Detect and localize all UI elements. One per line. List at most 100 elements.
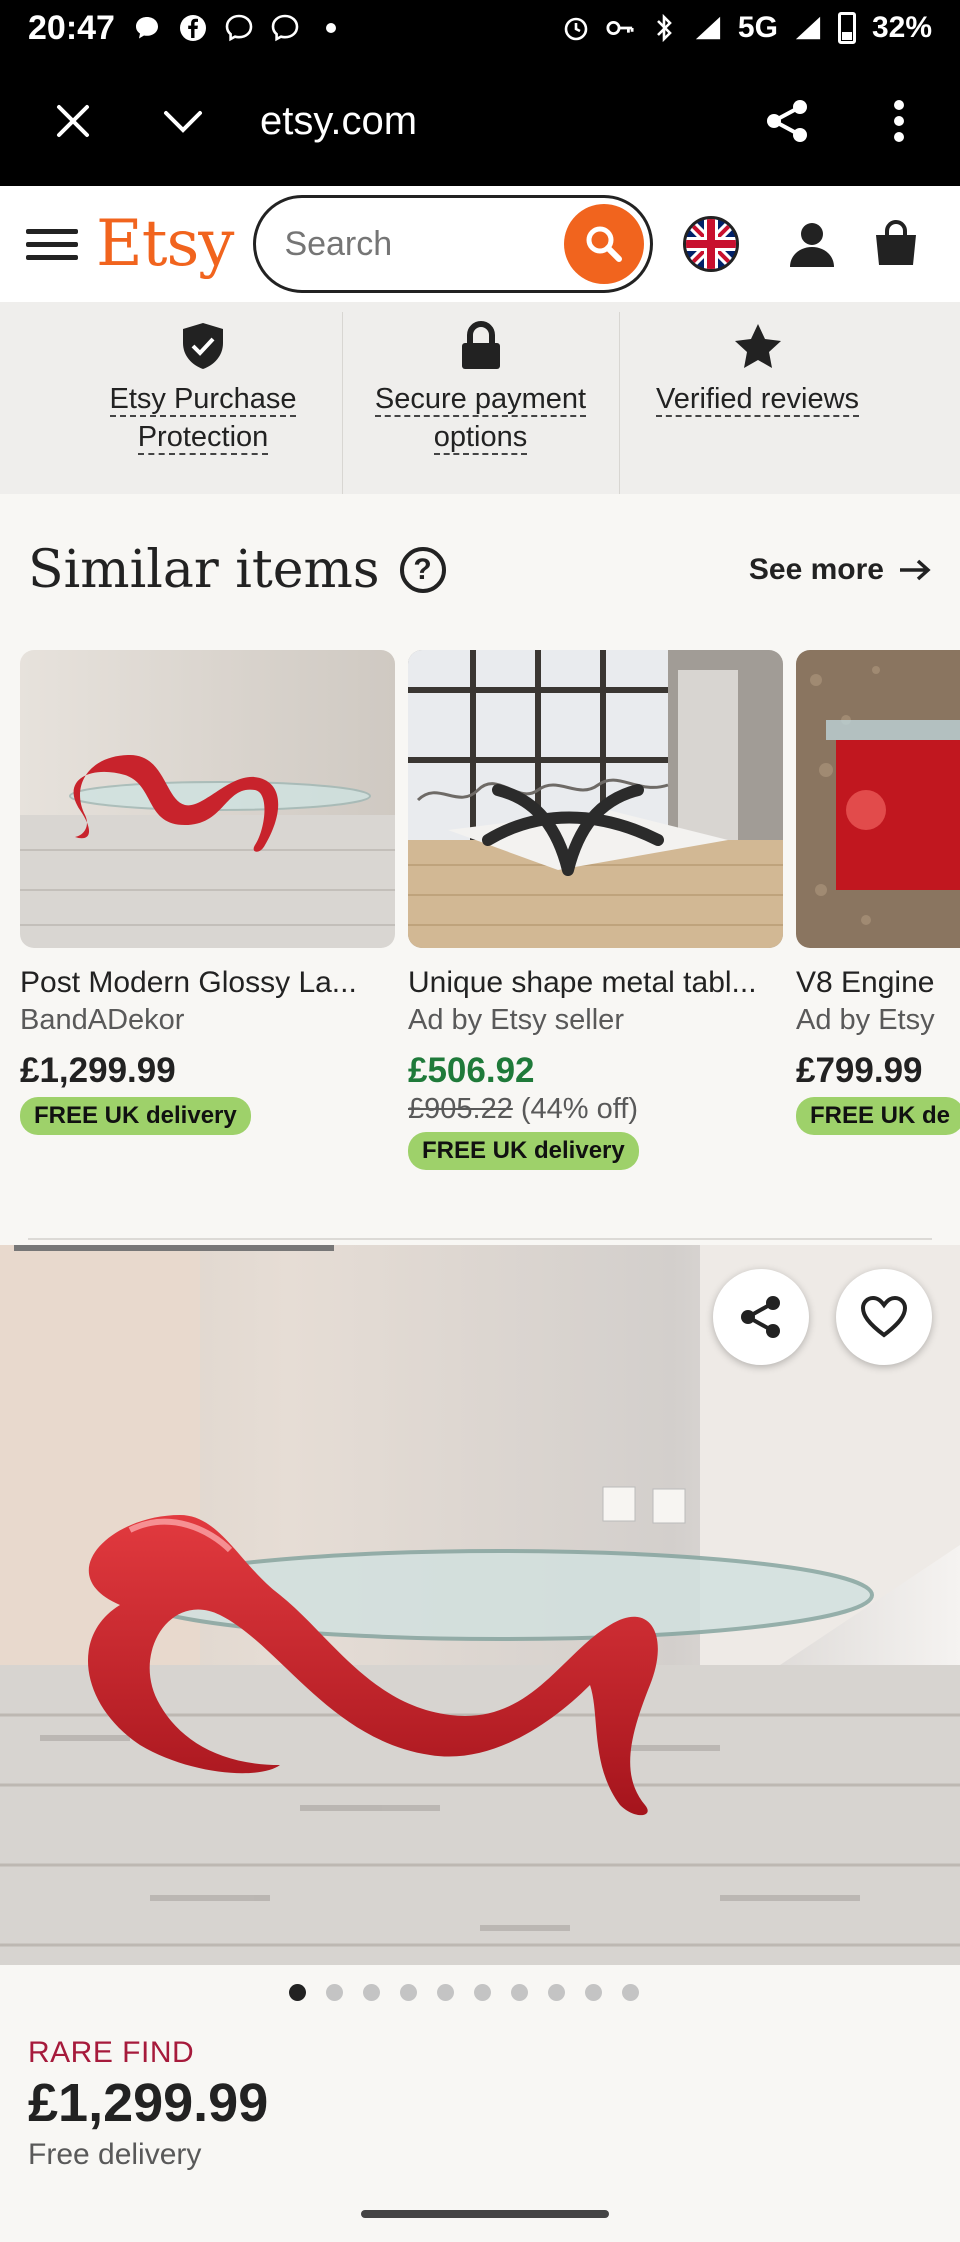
- more-vert-icon: [894, 100, 904, 142]
- favorite-button[interactable]: [836, 1269, 932, 1365]
- pagination-dot[interactable]: [363, 1984, 380, 2001]
- gallery-pagination: [0, 1984, 960, 2001]
- arrow-right-icon: [900, 559, 931, 581]
- product-image-gallery[interactable]: [0, 1245, 960, 1965]
- user-icon: [790, 223, 835, 267]
- search-icon: [586, 226, 623, 262]
- item-sale-price: £506.92: [408, 1051, 535, 1090]
- chat-icon: [133, 14, 161, 42]
- search-placeholder: Search: [284, 224, 393, 263]
- free-delivery-badge: FREE UK delivery: [408, 1132, 639, 1170]
- product-price: £1,299.99: [28, 2073, 269, 2133]
- share-icon: [741, 1296, 780, 1338]
- shield-check-icon: [179, 312, 227, 380]
- similar-item-card[interactable]: Post Modern Glossy La... BandADekor £1,2…: [20, 650, 395, 1135]
- pagination-dot[interactable]: [585, 1984, 602, 2001]
- trust-label-3a: Verified reviews: [655, 383, 860, 417]
- product-delivery: Free delivery: [28, 2138, 202, 2171]
- main-product-image[interactable]: [0, 1245, 960, 1965]
- product-image[interactable]: [796, 650, 960, 948]
- item-seller: Ad by Etsy: [796, 1004, 935, 1036]
- close-icon: [57, 105, 89, 137]
- item-discount: (44% off): [520, 1093, 639, 1125]
- see-more-label: See more: [748, 553, 884, 586]
- minimize-button[interactable]: [146, 84, 220, 158]
- account-button[interactable]: [785, 217, 839, 271]
- trust-strip: Etsy Purchase Protection Secure payment op…: [0, 302, 960, 494]
- battery-percent: 32%: [871, 11, 932, 44]
- item-title[interactable]: Post Modern Glossy La...: [20, 966, 395, 1000]
- etsy-logo[interactable]: Etsy: [96, 207, 234, 281]
- more-options-button[interactable]: [864, 86, 934, 156]
- close-tab-button[interactable]: [36, 84, 110, 158]
- search-input[interactable]: Search: [253, 195, 654, 293]
- item-original-price: £905.22: [408, 1093, 513, 1125]
- item-title[interactable]: V8 Engine: [796, 966, 960, 1000]
- similar-item-card[interactable]: V8 Engine Ad by Etsy £799.99 FREE UK de: [796, 650, 960, 1135]
- trust-item-purchase-protection[interactable]: Etsy Purchase Protection: [65, 312, 342, 494]
- facebook-icon: [179, 14, 207, 42]
- item-seller: BandADekor: [20, 1004, 185, 1036]
- gallery-scroll-indicator: [14, 1245, 334, 1251]
- rare-find-badge: RARE FIND: [28, 2036, 195, 2069]
- messenger-icon-2: [271, 14, 299, 42]
- item-price: £1,299.99: [20, 1051, 176, 1090]
- trust-label-1b: Protection: [137, 421, 269, 455]
- similar-items-header: Similar items ? See more: [28, 540, 932, 600]
- dot-icon: [317, 14, 345, 42]
- messenger-icon: [225, 14, 253, 42]
- menu-icon[interactable]: [26, 228, 78, 260]
- see-more-link[interactable]: See more: [749, 553, 932, 587]
- similar-item-card[interactable]: Unique shape metal tabl... Ad by Etsy se…: [408, 650, 783, 1170]
- cart-button[interactable]: [869, 217, 923, 271]
- signal-icon-2: [794, 14, 822, 42]
- trust-label-2b: options: [433, 421, 528, 455]
- star-icon: [733, 312, 783, 380]
- pagination-dot[interactable]: [548, 1984, 565, 2001]
- pagination-dot[interactable]: [437, 1984, 454, 2001]
- section-divider: [28, 1238, 932, 1240]
- share-icon: [767, 100, 807, 142]
- chevron-down-icon: [164, 111, 202, 133]
- heart-icon: [860, 1295, 908, 1338]
- home-indicator[interactable]: [361, 2210, 609, 2218]
- free-delivery-badge: FREE UK delivery: [20, 1097, 251, 1135]
- similar-items-title: Similar items: [28, 540, 380, 600]
- item-original-price-row: £905.22 (44% off): [408, 1093, 783, 1126]
- pagination-dot[interactable]: [511, 1984, 528, 2001]
- alarm-icon: [562, 14, 590, 42]
- pagination-dot[interactable]: [622, 1984, 639, 2001]
- product-image[interactable]: [20, 650, 395, 948]
- trust-item-verified-reviews[interactable]: Verified reviews: [618, 312, 896, 494]
- share-button[interactable]: [752, 86, 822, 156]
- product-image[interactable]: [408, 650, 783, 948]
- trust-label-2a: Secure payment: [374, 383, 587, 417]
- browser-toolbar: etsy.com: [0, 56, 960, 186]
- lock-icon: [459, 312, 503, 380]
- share-item-button[interactable]: [713, 1269, 809, 1365]
- pagination-dot[interactable]: [400, 1984, 417, 2001]
- uk-flag-icon[interactable]: [683, 216, 740, 272]
- network-label: 5G: [737, 11, 778, 44]
- site-header: Etsy Search: [0, 186, 960, 302]
- item-title[interactable]: Unique shape metal tabl...: [408, 966, 783, 1000]
- free-delivery-badge: FREE UK de: [796, 1097, 960, 1135]
- signal-icon: [694, 14, 722, 42]
- pagination-dot[interactable]: [289, 1984, 306, 2001]
- item-price: £799.99: [796, 1051, 923, 1090]
- trust-item-secure-payment[interactable]: Secure payment options: [341, 312, 619, 494]
- battery-icon: [837, 12, 856, 44]
- item-seller: Ad by Etsy seller: [408, 1004, 624, 1036]
- pagination-dot[interactable]: [474, 1984, 491, 2001]
- bluetooth-icon: [650, 14, 678, 42]
- status-bar: 20:47 5G 32%: [0, 0, 960, 56]
- key-icon: [606, 14, 634, 42]
- help-icon[interactable]: ?: [399, 547, 446, 593]
- similar-items-carousel[interactable]: Post Modern Glossy La... BandADekor £1,2…: [20, 650, 960, 1190]
- shopping-bag-icon: [876, 220, 917, 265]
- url-text[interactable]: etsy.com: [260, 99, 417, 144]
- trust-label-1a: Etsy Purchase: [109, 383, 297, 417]
- pagination-dot[interactable]: [326, 1984, 343, 2001]
- status-time: 20:47: [28, 8, 115, 47]
- search-button[interactable]: [564, 204, 645, 284]
